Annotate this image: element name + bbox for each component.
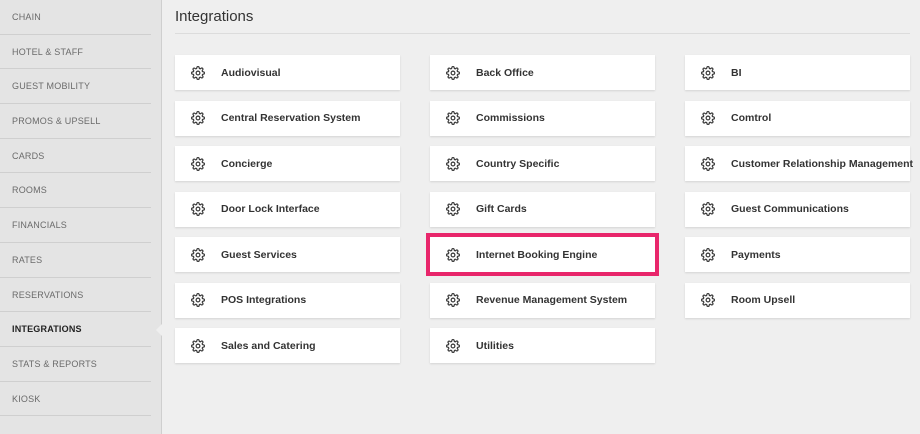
integration-card-label: Utilities (476, 339, 514, 352)
integration-card-label: Guest Services (221, 248, 297, 261)
gear-icon (446, 202, 460, 216)
integration-card-country-specific[interactable]: Country Specific (430, 146, 655, 181)
integration-card-utilities[interactable]: Utilities (430, 328, 655, 363)
sidebar-item-label: GUEST MOBILITY (12, 81, 91, 92)
sidebar-item-chain[interactable]: CHAIN (0, 0, 151, 35)
gear-icon (446, 293, 460, 307)
integration-card-gift-cards[interactable]: Gift Cards (430, 191, 655, 227)
sidebar-item-reservations[interactable]: RESERVATIONS (0, 278, 151, 313)
gear-icon (446, 111, 460, 125)
integration-card-audiovisual[interactable]: Audiovisual (175, 55, 400, 90)
sidebar-item-label: FINANCIALS (12, 220, 68, 231)
gear-icon (191, 111, 205, 125)
integration-card-guest-services[interactable]: Guest Services (175, 237, 400, 272)
integration-card-door-lock-interface[interactable]: Door Lock Interface (175, 191, 400, 227)
gear-icon (701, 65, 715, 80)
gear-icon (446, 65, 460, 80)
integration-card-label: Commissions (476, 112, 545, 124)
integration-card-label: Country Specific (476, 157, 560, 170)
sidebar-item-hotel-staff[interactable]: HOTEL & STAFF (0, 35, 151, 70)
gear-icon (446, 247, 460, 262)
sidebar-item-promos-upsell[interactable]: PROMOS & UPSELL (0, 104, 151, 139)
title-divider (175, 33, 910, 34)
integration-card-central-reservation-system[interactable]: Central Reservation System (175, 100, 400, 136)
main-content: Integrations Audiovisual Back Office BI Cen… (162, 0, 920, 434)
gear-icon (701, 111, 715, 125)
sidebar-item-cards[interactable]: CARDS (0, 139, 151, 174)
gear-icon (701, 202, 715, 216)
gear-icon (701, 156, 715, 171)
integration-card-back-office[interactable]: Back Office (430, 55, 655, 90)
gear-icon (446, 338, 460, 353)
integration-card-label: Room Upsell (731, 294, 796, 306)
sidebar-item-label: HOTEL & STAFF (12, 46, 84, 57)
integration-card-revenue-management-system[interactable]: Revenue Management System (430, 282, 655, 318)
sidebar-item-label: RESERVATIONS (12, 289, 84, 300)
integration-card-bi[interactable]: BI (685, 55, 910, 90)
integration-card-label: Concierge (221, 157, 273, 170)
gear-icon (191, 293, 205, 307)
sidebar-item-rooms[interactable]: ROOMS (0, 173, 151, 209)
integration-card-label: Customer Relationship Management (731, 157, 914, 170)
integration-card-label: Revenue Management System (476, 294, 628, 306)
integration-card-label: Central Reservation System (221, 112, 361, 124)
integration-card-label: Door Lock Interface (221, 203, 320, 215)
integration-card-pos-integrations[interactable]: POS Integrations (175, 282, 400, 318)
gear-icon (191, 247, 205, 262)
integration-card-label: BI (731, 66, 742, 79)
integrations-grid: Audiovisual Back Office BI Central Reservat… (175, 55, 914, 363)
integration-card-comtrol[interactable]: Comtrol (685, 100, 910, 136)
sidebar-item-integrations[interactable]: INTEGRATIONS (0, 312, 163, 347)
sidebar-item-label: CHAIN (12, 12, 42, 22)
sidebar: CHAIN HOTEL & STAFF GUEST MOBILITY PROMO… (0, 0, 163, 434)
integration-card-label: Audiovisual (221, 66, 281, 79)
sidebar-item-label: PROMOS & UPSELL (12, 116, 101, 127)
sidebar-item-label: STATS & REPORTS (12, 358, 98, 369)
gear-icon (701, 293, 715, 307)
sidebar-item-label: INTEGRATIONS (12, 324, 82, 335)
page-title: Integrations (175, 8, 254, 25)
integration-card-sales-and-catering[interactable]: Sales and Catering (175, 328, 400, 363)
sidebar-item-financials[interactable]: FINANCIALS (0, 208, 151, 243)
sidebar-item-label: KIOSK (12, 393, 41, 404)
gear-icon (191, 338, 205, 353)
integration-card-label: Back Office (476, 66, 534, 79)
gear-icon (191, 65, 205, 80)
gear-icon (191, 202, 205, 216)
integration-card-payments[interactable]: Payments (685, 237, 910, 272)
integration-card-guest-communications[interactable]: Guest Communications (685, 191, 910, 227)
integration-card-customer-relationship-management[interactable]: Customer Relationship Management (685, 146, 914, 181)
integration-card-concierge[interactable]: Concierge (175, 146, 400, 181)
sidebar-item-guest-mobility[interactable]: GUEST MOBILITY (0, 69, 151, 105)
sidebar-item-label: CARDS (12, 150, 45, 161)
sidebar-item-label: RATES (12, 254, 43, 265)
sidebar-item-rates[interactable]: RATES (0, 243, 151, 278)
gear-icon (446, 156, 460, 171)
sidebar-item-label: ROOMS (12, 185, 48, 196)
integration-card-label: Payments (731, 248, 781, 261)
integration-card-label: Guest Communications (731, 203, 849, 215)
gear-icon (701, 247, 715, 262)
gear-icon (191, 156, 205, 171)
integration-card-internet-booking-engine[interactable]: Internet Booking Engine (426, 233, 659, 276)
integration-card-label: POS Integrations (221, 294, 307, 306)
sidebar-item-stats-reports[interactable]: STATS & REPORTS (0, 347, 151, 382)
integration-card-label: Comtrol (731, 112, 772, 124)
integration-card-label: Internet Booking Engine (476, 248, 598, 261)
integration-card-commissions[interactable]: Commissions (430, 100, 655, 136)
integration-card-label: Gift Cards (476, 203, 527, 215)
integration-card-label: Sales and Catering (221, 339, 316, 352)
sidebar-item-kiosk[interactable]: KIOSK (0, 382, 151, 417)
integration-card-room-upsell[interactable]: Room Upsell (685, 282, 910, 318)
